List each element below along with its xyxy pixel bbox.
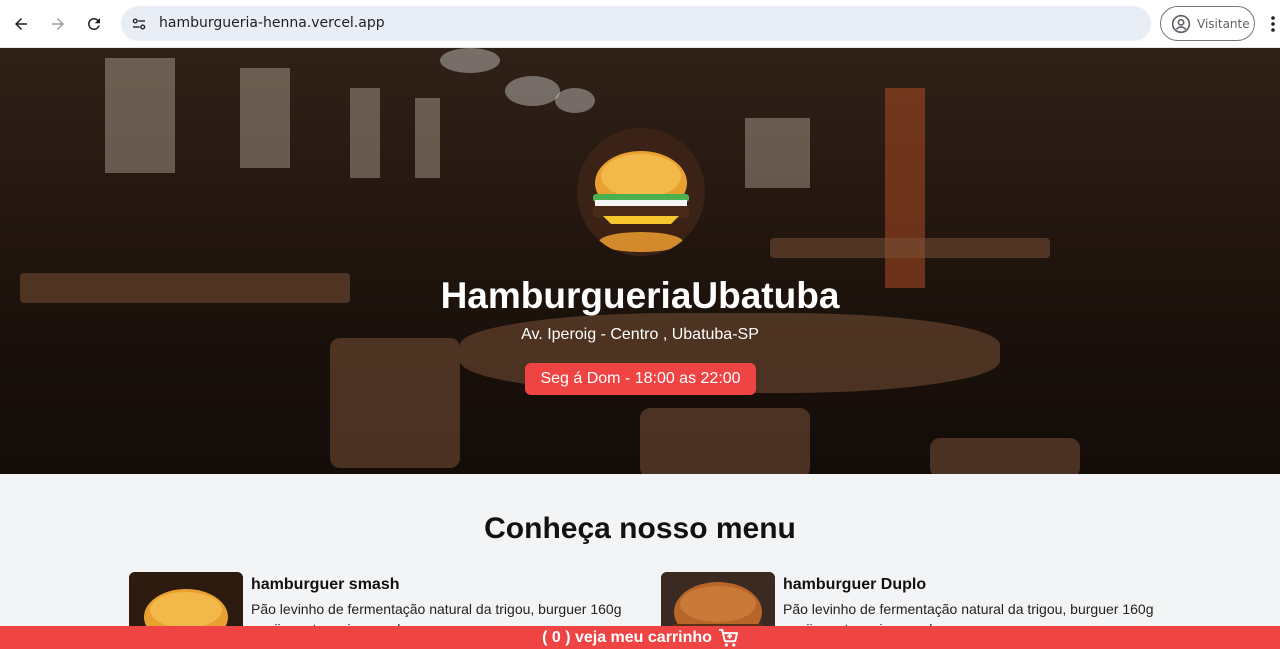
chair [640,408,810,474]
wall-art [415,98,440,178]
reload-icon [88,18,100,30]
menu-item-card[interactable]: hamburguer Duplo Pão levinho de fermenta… [661,572,1161,649]
wall-art [240,68,290,168]
restaurant-address: Av. Iperoig - Centro , Ubatuba-SP [521,326,759,343]
arrow-right-icon [52,18,64,30]
pillar [885,88,925,288]
account-icon [1171,14,1191,33]
menu-item-card[interactable]: hamburguer smash Pão levinho de fermenta… [129,572,629,649]
profile-label: Visitante [1197,16,1250,31]
chair [930,438,1080,474]
arrow-left-icon [15,18,27,30]
ceiling-lamp [440,48,500,73]
menu-item-name: hamburguer smash [251,576,400,593]
ceiling-lamp [505,76,560,106]
chair [330,338,460,468]
url-text[interactable]: hamburgueria-henna.vercel.app [159,15,385,31]
forward-button[interactable] [43,9,73,39]
restaurant-table [770,238,1050,258]
reload-button[interactable] [79,9,109,39]
menu-heading: Conheça nosso menu [484,512,796,545]
wall-art [105,58,175,173]
profile-button[interactable]: Visitante [1160,6,1255,41]
wall-art [745,118,810,188]
browser-toolbar: hamburgueria-henna.vercel.app Visitante [0,0,1280,48]
shopping-cart-icon [718,628,738,647]
cart-button[interactable]: ( 0 ) veja meu carrinho [0,626,1280,649]
back-button[interactable] [6,9,36,39]
opening-hours-badge: Seg á Dom - 18:00 as 22:00 [525,363,756,395]
burger-image [577,128,705,256]
wall-art [350,88,380,178]
restaurant-logo [577,128,705,256]
restaurant-name: HamburgueriaUbatuba [440,275,840,316]
menu-item-name: hamburguer Duplo [783,576,927,593]
more-options-icon[interactable] [1266,14,1280,34]
cart-label: ( 0 ) veja meu carrinho [542,628,712,646]
hero-banner [0,48,1280,474]
site-info-icon[interactable] [130,15,148,33]
ceiling-lamp [555,88,595,113]
address-bar[interactable]: hamburgueria-henna.vercel.app [121,6,1151,41]
